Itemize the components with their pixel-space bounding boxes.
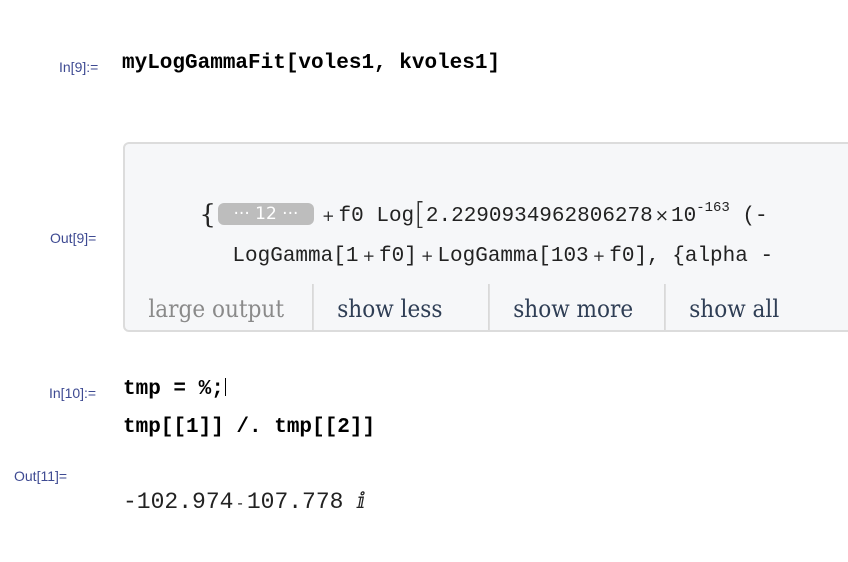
- loggamma-term-2: LogGamma[103: [437, 245, 589, 268]
- show-less-button[interactable]: show less: [311, 284, 489, 330]
- loggamma-term-1: LogGamma[1: [232, 245, 359, 268]
- show-all-button[interactable]: show all: [663, 284, 841, 330]
- output-result-out11: -102.974-107.778 ⅈ: [123, 489, 366, 515]
- input-cell-in10-line-2[interactable]: tmp[[1]] /. tmp[[2]]: [123, 416, 375, 439]
- power-exponent: -163: [696, 200, 730, 216]
- large-output-label: large output: [148, 295, 285, 323]
- loggamma-term-2-end: f0], {alpha -: [609, 245, 774, 268]
- output-label-out9: Out[9]=: [50, 230, 97, 246]
- output-expression-line-2: LogGamma[1 + f0] + LogGamma[103 + f0], {alpha …: [182, 222, 773, 291]
- output-label-out11: Out[11]=: [14, 468, 68, 484]
- imaginary-unit: ⅈ: [357, 489, 366, 514]
- large-output-bar: large output show less show more show al…: [125, 284, 848, 330]
- minus-operator: -: [237, 494, 243, 512]
- input-cell-in10-line-1[interactable]: tmp = %;: [123, 378, 226, 401]
- text-cursor: [224, 378, 226, 396]
- result-real-part: -102.974: [123, 489, 234, 515]
- input-label-in10: In[10]:=: [49, 385, 97, 401]
- plus-operator: +: [592, 247, 606, 265]
- input-code-line-1: tmp = %;: [123, 378, 224, 401]
- plus-operator: +: [362, 247, 376, 265]
- show-more-button[interactable]: show more: [487, 284, 665, 330]
- input-cell-in9[interactable]: myLogGammaFit[voles1, kvoles1]: [122, 52, 500, 75]
- large-output-box: {··· 12 ··· + f0 Log[2.2290934962806278 ×10…: [123, 142, 848, 332]
- input-label-in9: In[9]:=: [59, 59, 99, 75]
- plus-operator: +: [420, 247, 434, 265]
- result-imaginary-part: 107.778: [246, 489, 344, 515]
- loggamma-term-1-end: f0]: [379, 245, 417, 268]
